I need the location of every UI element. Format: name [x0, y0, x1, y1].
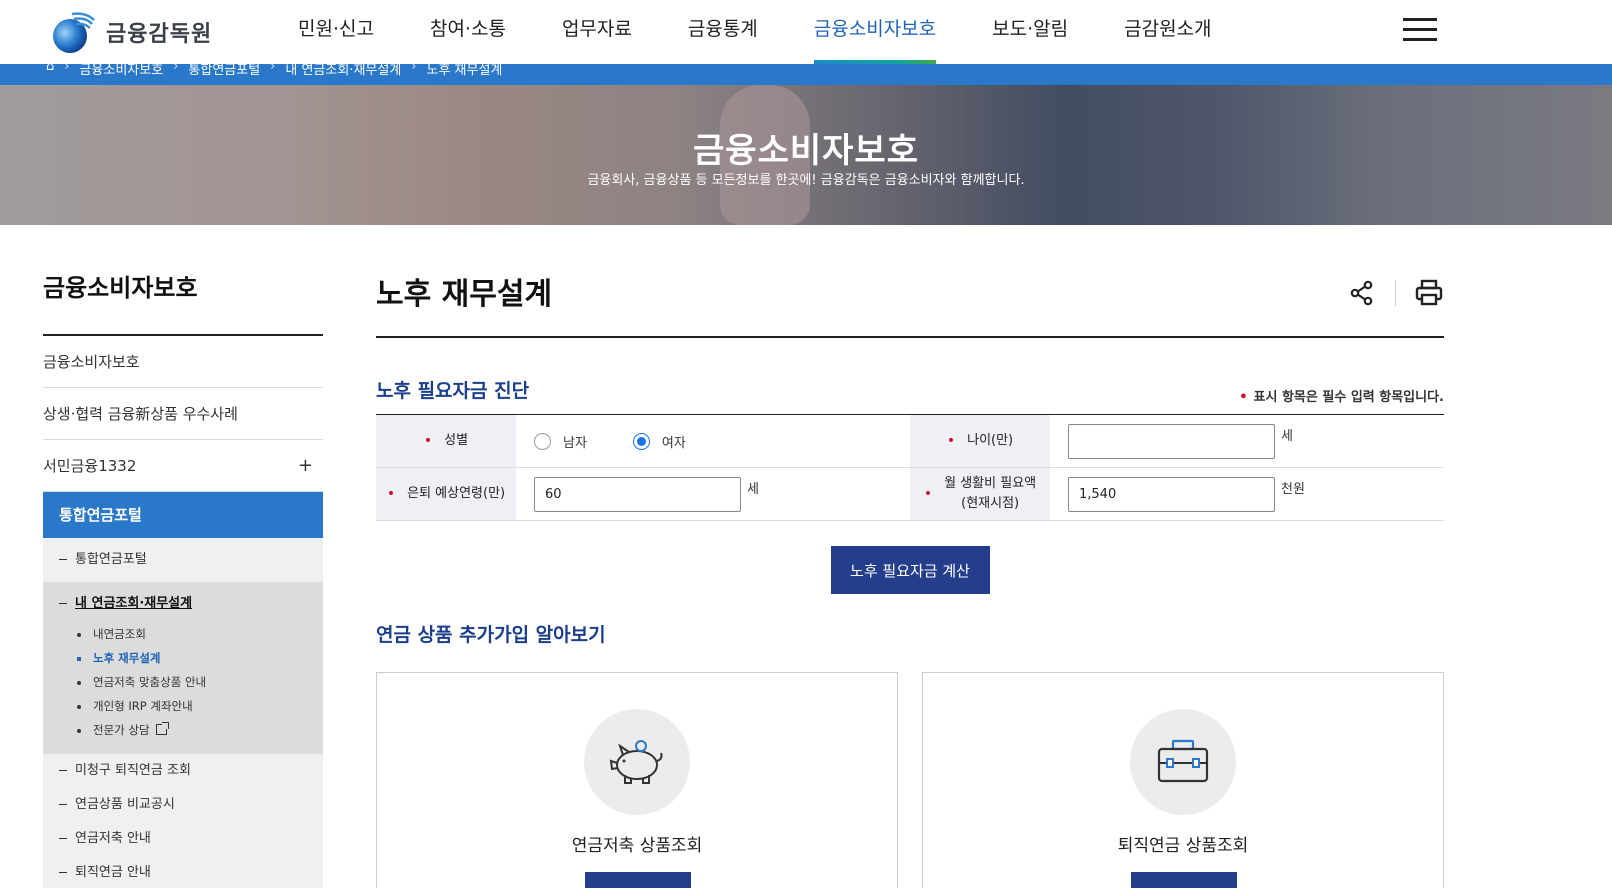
product-cards: 연금저축 상품조회 퇴직연금 상품조회 [376, 672, 1444, 888]
nav-item-consumer-protection[interactable]: 금융소비자보호 [786, 0, 964, 64]
lnb-sub-retirement-info[interactable]: 퇴직연금 안내 [43, 856, 323, 888]
print-icon[interactable] [1414, 278, 1444, 308]
age-unit: 세 [1281, 429, 1293, 444]
external-link-icon [155, 722, 169, 735]
age-field: 세 [1050, 415, 1444, 467]
form-row: • 성별 남자 여자 • 나이(만) 세 [376, 415, 1444, 468]
gender-female-label[interactable]: 여자 [662, 432, 686, 451]
page-title-wrap: 노후 재무설계 [376, 268, 1444, 338]
side-navigation: 금융소비자보호 금융소비자보호 상생·협력 금융新상품 우수사례 서민금융133… [43, 268, 323, 888]
piggy-bank-icon [609, 740, 663, 784]
site-header: 금융감독원 민원·신고 참여·소통 업무자료 금융통계 금융소비자보호 보도·알… [0, 0, 1612, 64]
lnb-sub-group-open: 내 연금조회·재무설계 내연금조회 노후 재무설계 연금저축 맞춤상품 안내 개… [43, 582, 323, 754]
hero-title: 금융소비자보호 [693, 131, 919, 171]
age-label: • 나이(만) [910, 415, 1050, 467]
gender-field: 남자 여자 [516, 415, 910, 467]
retire-age-label: • 은퇴 예상연령(만) [376, 468, 516, 520]
card-label: 퇴직연금 상품조회 [1117, 836, 1249, 856]
breadcrumb-item[interactable]: 내 연금조회·재무설계 [285, 64, 401, 78]
nav-item-documents[interactable]: 업무자료 [534, 0, 660, 64]
lnb-item-best-practices[interactable]: 상생·협력 금융新상품 우수사례 [43, 388, 323, 440]
living-cost-input[interactable]: 1,540 [1068, 476, 1275, 512]
site-logo[interactable]: 금융감독원 [50, 8, 212, 56]
lnb-item-pension-portal[interactable]: 통합연금포털 [43, 492, 323, 538]
card-button[interactable] [585, 872, 691, 888]
logo-text: 금융감독원 [106, 22, 213, 47]
card-icon-circle [584, 709, 690, 815]
retire-age-input[interactable]: 60 [534, 476, 741, 512]
lnb-sub-compare[interactable]: 연금상품 비교공시 [43, 788, 323, 822]
living-cost-field: 1,540 천원 [1050, 468, 1444, 520]
home-icon[interactable]: ⌂ [46, 64, 54, 78]
lnb-sub-pension-portal[interactable]: 통합연금포털 [43, 538, 323, 582]
nav-item-press[interactable]: 보도·알림 [964, 0, 1096, 64]
lnb-sub-unclaimed[interactable]: 미청구 퇴직연금 조회 [43, 754, 323, 788]
lnb-item-consumer-protection[interactable]: 금융소비자보호 [43, 336, 323, 388]
menu-icon[interactable] [1403, 18, 1437, 44]
card-button[interactable] [1131, 872, 1237, 888]
page-title: 노후 재무설계 [376, 277, 553, 312]
hero-banner: 금융소비자보호 금융회사, 금융상품 등 모든정보를 한곳에! 금융감독은 금융… [0, 85, 1612, 225]
lnb-child-retirement-planning[interactable]: 노후 재무설계 [59, 646, 323, 670]
diagnosis-form: • 성별 남자 여자 • 나이(만) 세 • 은퇴 예상연령(만) 60 세 • 월 생… [376, 414, 1444, 521]
lnb-child-irp[interactable]: 개인형 IRP 계좌안내 [59, 694, 323, 718]
age-input[interactable] [1068, 423, 1275, 459]
gender-label: • 성별 [376, 415, 516, 467]
lnb-sub-my-pension[interactable]: 내 연금조회·재무설계 [59, 592, 323, 616]
nav-item-participation[interactable]: 참여·소통 [402, 0, 534, 64]
main-content: 노후 재무설계 노후 필요자금 진단 • 표시 항목은 필수 입력 항목입니다. … [376, 268, 1444, 888]
lnb-sub-savings-info[interactable]: 연금저축 안내 [43, 822, 323, 856]
calculate-button[interactable]: 노후 필요자금 계산 [830, 546, 990, 594]
card-icon-circle [1130, 709, 1236, 815]
form-row: • 은퇴 예상연령(만) 60 세 • 월 생활비 필요액 (현재시점) 1,540 … [376, 468, 1444, 521]
gender-male-label[interactable]: 남자 [563, 432, 587, 451]
retire-age-unit: 세 [747, 482, 759, 497]
section-title-products: 연금 상품 추가가입 알아보기 [376, 624, 606, 646]
expand-icon[interactable]: + [298, 440, 313, 492]
living-cost-unit: 천원 [1281, 482, 1305, 497]
nav-item-about[interactable]: 금감원소개 [1096, 0, 1239, 64]
section-title-diagnosis: 노후 필요자금 진단 • 표시 항목은 필수 입력 항목입니다. [376, 380, 1444, 405]
page-tools [1347, 278, 1444, 308]
lnb-item-1332[interactable]: 서민금융1332 + [43, 440, 323, 492]
breadcrumb: ⌂ › 금융소비자보호 › 통합연금포털 › 내 연금조회·재무설계 › 노후 재무설계 [0, 64, 1612, 85]
gender-radio-female[interactable] [632, 432, 650, 450]
breadcrumb-item[interactable]: 노후 재무설계 [426, 64, 502, 78]
share-icon[interactable] [1347, 278, 1377, 308]
breadcrumb-item[interactable]: 금융소비자보호 [79, 64, 163, 78]
lnb-title: 금융소비자보호 [43, 268, 323, 336]
lnb-child-pension-savings[interactable]: 연금저축 맞춤상품 안내 [59, 670, 323, 694]
card-pension-savings[interactable]: 연금저축 상품조회 [376, 672, 898, 888]
breadcrumb-item[interactable]: 통합연금포털 [188, 64, 260, 78]
card-retirement-pension[interactable]: 퇴직연금 상품조회 [922, 672, 1444, 888]
gender-radio-male[interactable] [534, 432, 551, 450]
nav-item-statistics[interactable]: 금융통계 [660, 0, 786, 64]
required-note: • 표시 항목은 필수 입력 항목입니다. [1239, 390, 1444, 405]
nav-item-civil[interactable]: 민원·신고 [270, 0, 402, 64]
briefcase-icon [1157, 739, 1209, 783]
card-label: 연금저축 상품조회 [571, 836, 703, 856]
lnb-child-expert-consult[interactable]: 전문가 상담 [59, 718, 323, 742]
fss-logo-icon [53, 12, 95, 53]
retire-age-field: 60 세 [516, 468, 910, 520]
living-cost-label: • 월 생활비 필요액 (현재시점) [910, 468, 1050, 520]
main-navigation: 민원·신고 참여·소통 업무자료 금융통계 금융소비자보호 보도·알림 금감원소… [270, 0, 1240, 64]
hero-subtitle: 금융회사, 금융상품 등 모든정보를 한곳에! 금융감독은 금융소비자와 함께합… [587, 173, 1025, 188]
lnb-child-my-pension-lookup[interactable]: 내연금조회 [59, 622, 323, 646]
